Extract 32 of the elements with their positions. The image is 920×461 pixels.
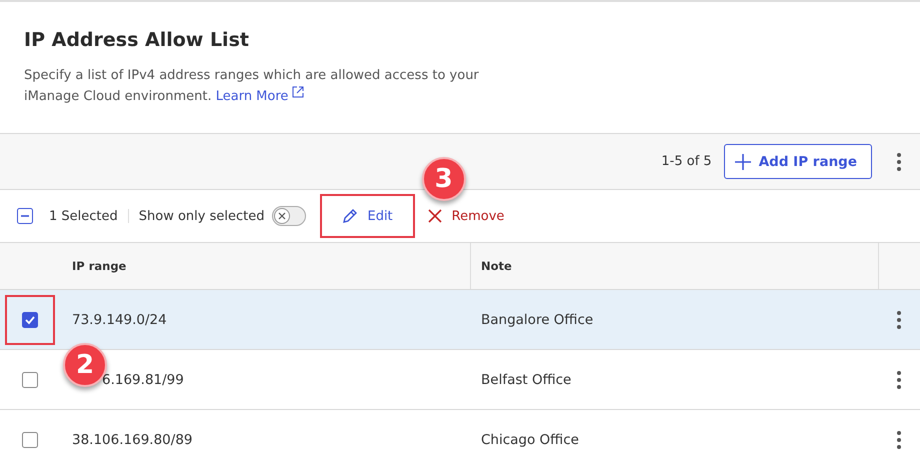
add-ip-range-button[interactable]: Add IP range [724, 144, 872, 179]
row-checkbox[interactable] [22, 312, 38, 328]
x-icon [278, 212, 286, 220]
plus-icon [734, 154, 751, 170]
row-checkbox[interactable] [22, 372, 38, 388]
learn-more-link[interactable]: Learn More [216, 89, 288, 104]
more-options-icon[interactable] [896, 430, 902, 450]
remove-button[interactable]: Remove [420, 207, 510, 225]
table-cell: 38.106.169.80/89 [72, 432, 192, 448]
column-header: Note [470, 243, 878, 289]
column-header: IP range [71, 258, 128, 275]
external-link-icon [292, 86, 304, 98]
pencil-icon [342, 208, 358, 224]
table-cell-text: Belfast Office [480, 372, 572, 388]
selected-count: 1 Selected [49, 208, 118, 224]
select-all-checkbox[interactable] [17, 208, 33, 224]
table-cell: 73.9.149.0/24 [72, 312, 167, 328]
edit-button[interactable]: Edit [336, 207, 399, 225]
page-title: IP Address Allow List [24, 29, 250, 51]
pagination-count: 1-5 of 5 [661, 154, 712, 169]
toggle-label: Show only selected [138, 208, 264, 224]
table-cell-text: Bangalore Office [480, 312, 594, 328]
highlight-frame [5, 294, 55, 344]
description: Specify a list of IPv4 address ranges which are allowed access to your iManage Cloud environment. Learn More [24, 67, 480, 106]
more-options-icon[interactable] [896, 152, 902, 172]
row-checkbox[interactable] [22, 432, 38, 448]
show-selected-toggle[interactable] [272, 206, 306, 226]
table-cell-text: Chicago Office [480, 432, 580, 448]
close-icon [426, 208, 443, 224]
table-row[interactable]: 73.9.149.0/24 Bangalore Office [0, 290, 920, 350]
more-options-icon[interactable] [896, 310, 902, 330]
more-options-icon[interactable] [896, 370, 902, 390]
